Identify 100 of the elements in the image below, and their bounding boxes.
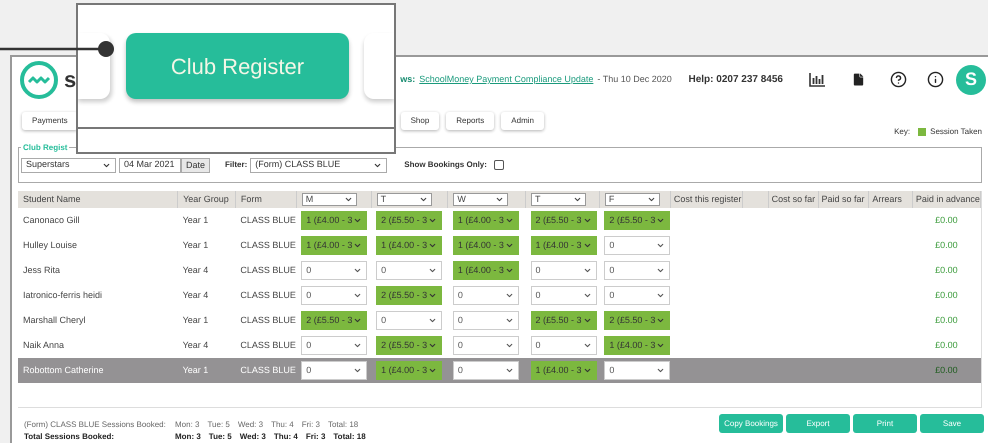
year-group: Year 4 <box>182 340 208 350</box>
document-icon[interactable] <box>851 71 866 88</box>
summary-label: Total Sessions Booked: <box>24 431 116 443</box>
year-group: Year 1 <box>182 240 208 250</box>
news-date: - Thu 10 Dec 2020 <box>597 73 672 86</box>
session-select[interactable]: 0 <box>604 286 670 305</box>
paid-in-advance: £0.00 <box>935 264 958 275</box>
paid-in-advance: £0.00 <box>935 364 958 375</box>
club-select[interactable]: Superstars <box>21 158 116 173</box>
session-select[interactable]: 0 <box>452 286 519 305</box>
session-select[interactable]: 2 (£5.50 - 3 <box>604 310 670 330</box>
summary-count: Total: 18 <box>333 431 366 443</box>
session-select[interactable]: 2 (£5.50 - 3 <box>604 210 670 230</box>
session-select[interactable]: 2 (£5.50 - 3 <box>376 210 442 230</box>
year-group: Year 1 <box>182 314 208 325</box>
form-name: CLASS BLUE <box>240 240 296 250</box>
session-taken-swatch <box>918 128 926 136</box>
session-select[interactable]: 0 <box>604 236 670 255</box>
day-select[interactable]: T <box>376 192 432 206</box>
summary-count: Mon: 3 <box>175 431 201 443</box>
session-select[interactable]: 1 (£4.00 - 3 <box>604 336 670 355</box>
session-select[interactable]: 0 <box>604 260 670 280</box>
student-name: Naik Anna <box>23 340 64 350</box>
news-link[interactable]: SchoolMoney Payment Compliance Update <box>419 73 594 87</box>
session-select[interactable]: 1 (£4.00 - 3 <box>301 236 368 255</box>
session-select[interactable]: 1 (£4.00 - 3 <box>301 210 368 230</box>
summary-count: Total: 18 <box>328 419 358 431</box>
year-group: Year 1 <box>182 214 208 225</box>
year-group: Year 4 <box>182 290 208 300</box>
session-select[interactable]: 0 <box>452 360 519 380</box>
paid-in-advance: £0.00 <box>935 314 958 325</box>
session-select[interactable]: 1 (£4.00 - 3 <box>452 210 519 230</box>
register-legend: Club Regist <box>21 142 70 154</box>
student-name: Canonaco Gill <box>23 214 80 225</box>
session-select[interactable]: 2 (£5.50 - 3 <box>376 336 442 355</box>
nav-tab[interactable]: Shop <box>400 112 440 130</box>
form-name: CLASS BLUE <box>240 264 296 275</box>
paid-in-advance: £0.00 <box>935 240 958 250</box>
day-select[interactable]: T <box>531 192 586 206</box>
filter-select[interactable]: (Form) CLASS BLUE <box>250 158 388 173</box>
session-select[interactable]: 0 <box>452 310 519 330</box>
summary-count: Fri: 3 <box>306 431 326 443</box>
summary-count: Thu: 4 <box>274 431 298 443</box>
date-field[interactable]: 04 Mar 2021 <box>119 158 181 173</box>
bookings-only-checkbox[interactable] <box>494 160 504 170</box>
summary-count: Fri: 3 <box>302 419 320 431</box>
session-select[interactable]: 0 <box>301 336 368 355</box>
summary-count: Tue: 5 <box>207 419 230 431</box>
session-select[interactable]: 1 (£4.00 - 3 <box>452 260 519 280</box>
key-text: Session Taken <box>930 126 982 138</box>
year-group: Year 4 <box>182 264 208 275</box>
student-row[interactable]: Canonaco Gill Year 1 CLASS BLUE 1 (£4.00 - 3 2 (£5.50 - 3 1 (£4.00 - 3 2 (£5.50 - 3 2 (£5.50 - 3 £0.00 <box>18 208 980 233</box>
session-select[interactable]: 1 (£4.00 - 3 <box>376 236 442 255</box>
nav-tab[interactable]: Reports <box>446 112 494 130</box>
year-group: Year 1 <box>182 364 208 375</box>
session-select[interactable]: 1 (£4.00 - 3 <box>376 360 442 380</box>
student-name: Iatronico-ferris heidi <box>23 290 102 300</box>
paid-in-advance: £0.00 <box>935 290 958 300</box>
session-select[interactable]: 2 (£5.50 - 3 <box>376 286 442 305</box>
session-select[interactable]: 2 (£5.50 - 3 <box>530 310 596 330</box>
info-icon[interactable] <box>927 71 944 88</box>
help-icon[interactable] <box>890 71 907 88</box>
form-name: CLASS BLUE <box>240 340 296 350</box>
date-button[interactable]: Date <box>181 158 210 173</box>
session-select[interactable]: 0 <box>376 310 442 330</box>
session-select[interactable]: 2 (£5.50 - 3 <box>301 310 368 330</box>
bar-chart-icon[interactable] <box>809 72 825 87</box>
paid-in-advance: £0.00 <box>935 340 958 350</box>
session-select[interactable]: 0 <box>530 286 596 305</box>
session-select[interactable]: 1 (£4.00 - 3 <box>530 236 596 255</box>
summary-count: Wed: 3 <box>238 419 264 431</box>
session-select[interactable]: 0 <box>301 260 368 280</box>
session-select[interactable]: 1 (£4.00 - 3 <box>452 236 519 255</box>
session-select[interactable]: 0 <box>376 260 442 280</box>
session-select[interactable]: 0 <box>604 360 670 380</box>
day-select[interactable]: M <box>302 192 357 206</box>
form-name: CLASS BLUE <box>240 314 296 325</box>
nav-tab[interactable]: Admin <box>501 112 544 130</box>
key-label: Key: <box>894 126 910 138</box>
logo-text: s <box>64 66 76 94</box>
session-select[interactable]: 2 (£5.50 - 3 <box>530 210 596 230</box>
student-name: Jess Rita <box>23 264 60 275</box>
bookings-only-label: Show Bookings Only: <box>404 159 487 172</box>
help-phone: Help: 0207 237 8456 <box>688 73 783 88</box>
nav-tab[interactable]: Payments <box>22 112 78 130</box>
form-name: CLASS BLUE <box>240 214 296 225</box>
summary-label: (Form) CLASS BLUE Sessions Booked: <box>24 419 167 431</box>
form-name: CLASS BLUE <box>240 290 296 300</box>
student-name: Robottom Catherine <box>23 364 104 375</box>
day-select[interactable]: W <box>453 192 508 206</box>
session-select[interactable]: 0 <box>452 336 519 355</box>
paid-in-advance: £0.00 <box>935 214 958 225</box>
wave-logo-icon <box>18 58 60 101</box>
session-select[interactable]: 1 (£4.00 - 3 <box>530 360 596 380</box>
session-select[interactable]: 0 <box>301 360 368 380</box>
session-select[interactable]: 0 <box>301 286 368 305</box>
session-select[interactable]: 0 <box>530 336 596 355</box>
news-label: ws: <box>400 73 416 86</box>
day-select[interactable]: F <box>604 192 660 206</box>
session-select[interactable]: 0 <box>530 260 596 280</box>
